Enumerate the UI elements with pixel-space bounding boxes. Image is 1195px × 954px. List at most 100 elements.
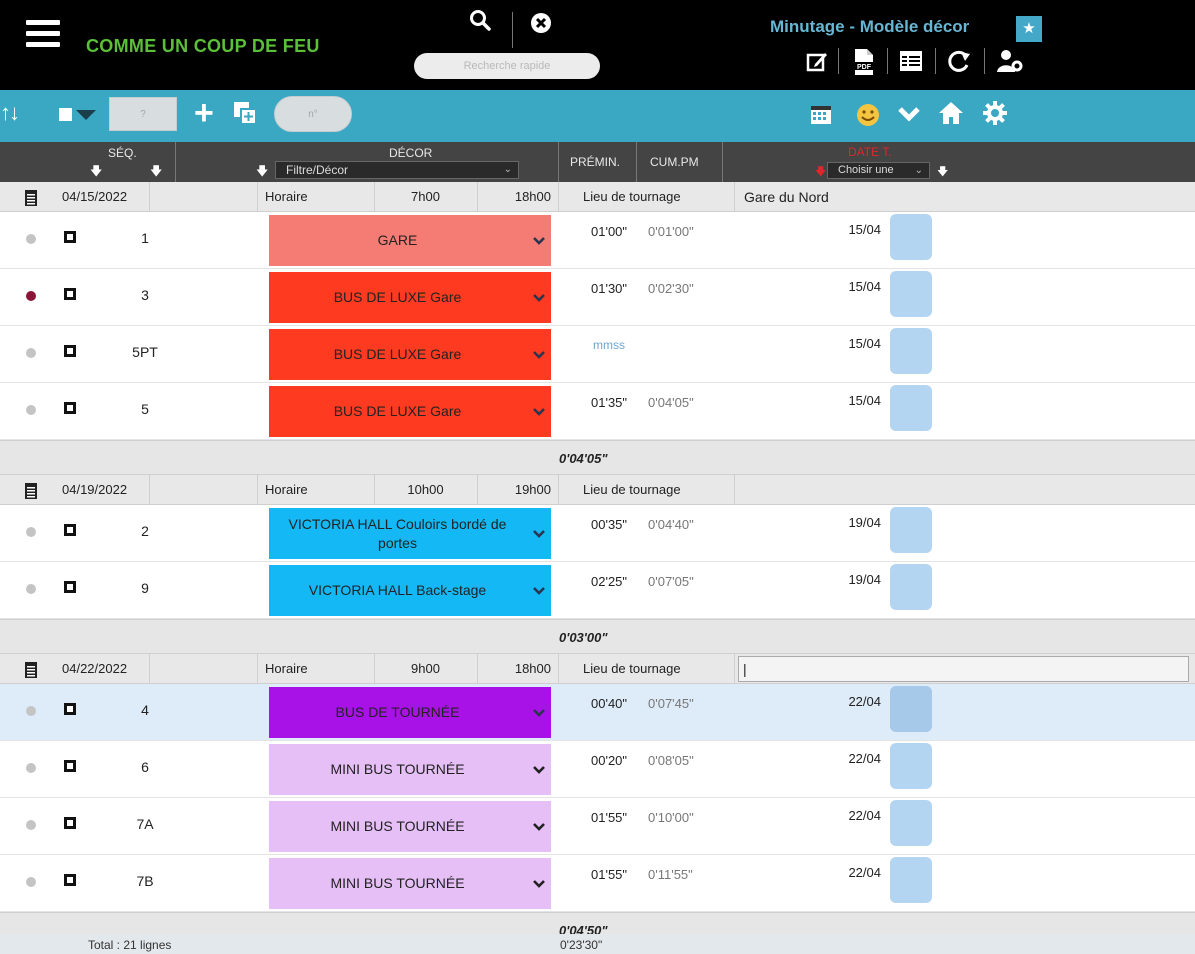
row-checkbox[interactable]	[64, 345, 76, 357]
decor-cell[interactable]: VICTORIA HALL Back-stage	[269, 565, 526, 616]
gear-icon[interactable]	[982, 100, 1008, 126]
premin-value[interactable]: 01'00"	[591, 224, 627, 239]
toolbar-input-1[interactable]: ?	[109, 97, 177, 131]
chevron-down-icon[interactable]	[526, 215, 551, 266]
decor-filter-select[interactable]: Filtre/Décor ⌄	[275, 161, 519, 179]
table-row[interactable]: 7B MINI BUS TOURNÉE 01'55" 0'11'55" 22/04	[0, 855, 1195, 912]
chevron-down-icon[interactable]	[526, 272, 551, 323]
row-checkbox[interactable]	[64, 524, 76, 536]
decor-cell[interactable]: BUS DE TOURNÉE	[269, 687, 526, 738]
time-slot[interactable]	[890, 743, 932, 789]
table-icon[interactable]	[899, 50, 923, 72]
table-row[interactable]: 9 VICTORIA HALL Back-stage 02'25" 0'07'05" 1…	[0, 562, 1195, 619]
table-row[interactable]: 5PT BUS DE LUXE Gare mmss 15/04	[0, 326, 1195, 383]
seq-sort-icon[interactable]: 🡇	[90, 162, 102, 183]
chevron-down-icon[interactable]	[526, 329, 551, 380]
premin-value[interactable]: 00'20"	[591, 753, 627, 768]
time-slot[interactable]	[890, 857, 932, 903]
premin-value[interactable]: 01'35"	[591, 395, 627, 410]
date-choice-select[interactable]: Choisir une ⌄	[827, 162, 930, 179]
chevron-down-icon[interactable]	[526, 858, 551, 909]
calendar-icon[interactable]	[810, 103, 832, 125]
decor-cell[interactable]: MINI BUS TOURNÉE	[269, 858, 526, 909]
share-icon[interactable]	[946, 48, 972, 74]
time-slot[interactable]	[890, 328, 932, 374]
search-icon[interactable]	[468, 8, 492, 32]
status-dot[interactable]	[26, 763, 36, 773]
calendar-icon[interactable]	[24, 660, 40, 678]
start-time[interactable]: 9h00	[374, 654, 477, 684]
end-time[interactable]: 19h00	[509, 475, 551, 505]
time-slot[interactable]	[890, 800, 932, 846]
decor-cell[interactable]: MINI BUS TOURNÉE	[269, 801, 526, 852]
table-row[interactable]: 5 BUS DE LUXE Gare 01'35" 0'04'05" 15/04	[0, 383, 1195, 440]
premin-value[interactable]: 01'30"	[591, 281, 627, 296]
menu-icon[interactable]	[26, 20, 60, 50]
clear-search-icon[interactable]	[530, 12, 552, 34]
row-checkbox[interactable]	[64, 288, 76, 300]
sort-arrows-icon[interactable]: ↑↓	[0, 100, 20, 126]
table-row[interactable]: 3 BUS DE LUXE Gare 01'30" 0'02'30" 15/04	[0, 269, 1195, 326]
premin-value[interactable]: 01'55"	[591, 867, 627, 882]
time-slot[interactable]	[890, 385, 932, 431]
select-all-checkbox[interactable]	[59, 108, 72, 121]
decor-cell[interactable]: BUS DE LUXE Gare	[269, 272, 526, 323]
premin-value[interactable]: 01'55"	[591, 810, 627, 825]
quick-search-input[interactable]: Recherche rapide	[414, 53, 600, 79]
toolbar-input-2[interactable]: n°	[274, 96, 352, 132]
premin-value[interactable]: 02'25"	[591, 574, 627, 589]
premin-value[interactable]: 00'35"	[591, 517, 627, 532]
row-checkbox[interactable]	[64, 817, 76, 829]
chevron-down-icon[interactable]	[526, 386, 551, 437]
row-checkbox[interactable]	[64, 402, 76, 414]
chevron-down-icon[interactable]	[897, 104, 921, 124]
table-row[interactable]: 4 BUS DE TOURNÉE 00'40" 0'07'45" 22/04	[0, 684, 1195, 741]
lieu-value[interactable]: |	[738, 656, 1189, 682]
row-checkbox[interactable]	[64, 874, 76, 886]
decor-cell[interactable]: BUS DE LUXE Gare	[269, 386, 526, 437]
status-dot[interactable]	[26, 584, 36, 594]
start-time[interactable]: 7h00	[374, 182, 477, 212]
chevron-down-icon[interactable]	[526, 744, 551, 795]
chevron-down-icon[interactable]	[526, 801, 551, 852]
decor-cell[interactable]: BUS DE LUXE Gare	[269, 329, 526, 380]
table-row[interactable]: 2 VICTORIA HALL Couloirs bordé de portes 0…	[0, 505, 1195, 562]
status-dot[interactable]	[26, 706, 36, 716]
time-slot[interactable]	[890, 271, 932, 317]
time-slot[interactable]	[890, 564, 932, 610]
calendar-icon[interactable]	[24, 188, 40, 206]
seq-sort-desc-icon[interactable]: 🡇	[150, 162, 162, 183]
decor-cell[interactable]: VICTORIA HALL Couloirs bordé de portes	[269, 508, 526, 559]
date-sort-desc-icon[interactable]: 🡇	[937, 163, 948, 182]
row-checkbox[interactable]	[64, 703, 76, 715]
chevron-down-icon[interactable]	[526, 508, 551, 559]
home-icon[interactable]	[938, 100, 964, 126]
status-dot[interactable]	[26, 234, 36, 244]
table-row[interactable]: 6 MINI BUS TOURNÉE 00'20" 0'08'05" 22/04	[0, 741, 1195, 798]
row-checkbox[interactable]	[64, 581, 76, 593]
table-row[interactable]: 1 GARE 01'00" 0'01'00" 15/04	[0, 212, 1195, 269]
add-icon[interactable]: +	[194, 94, 214, 133]
date-sort-icon[interactable]: 🡇	[815, 163, 826, 182]
status-dot[interactable]	[26, 877, 36, 887]
lieu-value[interactable]: Gare du Nord	[744, 182, 829, 212]
end-time[interactable]: 18h00	[509, 654, 551, 684]
duplicate-icon[interactable]	[232, 100, 258, 126]
status-dot[interactable]	[26, 405, 36, 415]
row-checkbox[interactable]	[64, 760, 76, 772]
time-slot[interactable]	[890, 214, 932, 260]
premin-value[interactable]: mmss	[593, 338, 625, 352]
start-time[interactable]: 10h00	[374, 475, 477, 505]
edit-icon[interactable]	[806, 50, 828, 72]
row-checkbox[interactable]	[64, 231, 76, 243]
calendar-icon[interactable]	[24, 481, 40, 499]
select-dropdown-icon[interactable]	[76, 110, 96, 120]
status-dot[interactable]	[26, 291, 36, 301]
end-time[interactable]: 18h00	[509, 182, 551, 212]
status-dot[interactable]	[26, 527, 36, 537]
premin-value[interactable]: 00'40"	[591, 696, 627, 711]
pdf-icon[interactable]: PDF	[852, 48, 876, 76]
status-dot[interactable]	[26, 348, 36, 358]
chevron-down-icon[interactable]	[526, 687, 551, 738]
decor-sort-icon[interactable]: 🡇	[256, 162, 268, 183]
